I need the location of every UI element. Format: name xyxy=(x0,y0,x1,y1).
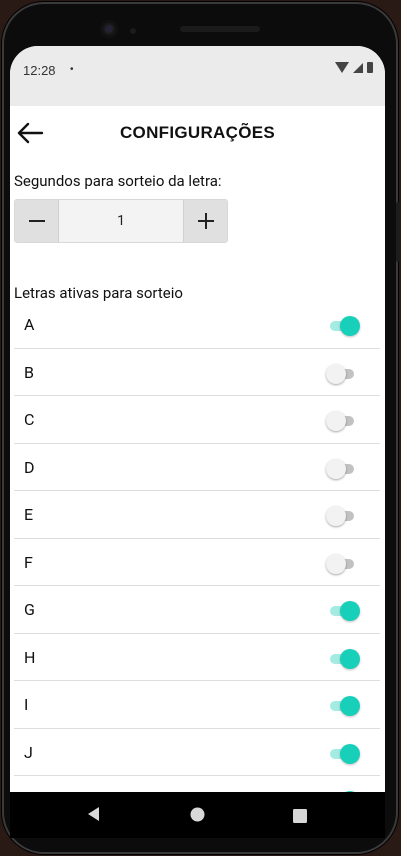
letter-label: G xyxy=(24,600,35,619)
triangle-back-icon xyxy=(88,807,99,821)
nav-home-button[interactable] xyxy=(190,807,205,826)
list-item: I xyxy=(14,681,380,729)
seconds-value[interactable]: 1 xyxy=(58,200,184,242)
earpiece-speaker xyxy=(180,26,260,32)
circle-home-icon xyxy=(190,807,205,822)
decrement-button[interactable] xyxy=(15,200,58,242)
letter-toggle[interactable] xyxy=(328,648,360,669)
letter-label: F xyxy=(24,552,33,572)
status-bar: 12:28 • xyxy=(10,46,385,106)
letter-toggle[interactable] xyxy=(326,506,358,526)
letter-toggle[interactable] xyxy=(326,411,358,431)
increment-button[interactable] xyxy=(184,200,227,242)
list-item: C xyxy=(14,396,380,444)
letter-label: J xyxy=(24,742,33,762)
status-icons xyxy=(335,62,373,73)
front-camera xyxy=(100,20,118,38)
list-item: J xyxy=(14,729,380,776)
list-item: D xyxy=(14,444,380,491)
letters-list: A B C D E F G H I J xyxy=(14,301,380,792)
list-item: F xyxy=(14,539,380,586)
letter-toggle[interactable] xyxy=(326,363,358,384)
letter-toggle[interactable] xyxy=(328,316,360,336)
status-notification-dot: • xyxy=(70,64,74,75)
list-item: G xyxy=(14,586,380,634)
list-item: K xyxy=(14,776,380,792)
list-item: B xyxy=(14,349,380,396)
letter-label: H xyxy=(24,647,36,667)
status-time: 12:28 xyxy=(23,63,56,78)
app-screen: 12:28 • CONFIGURAÇÕES Segundos para sort… xyxy=(10,46,385,792)
letter-toggle[interactable] xyxy=(328,696,360,716)
letter-label: C xyxy=(24,410,35,429)
seconds-stepper: 1 xyxy=(14,199,228,243)
letters-label: Letras ativas para sorteio xyxy=(14,284,183,302)
minus-icon xyxy=(28,220,45,222)
plus-icon xyxy=(197,213,214,229)
letter-toggle[interactable] xyxy=(328,601,360,621)
letter-label: D xyxy=(24,457,35,477)
app-bar: CONFIGURAÇÕES xyxy=(10,106,385,158)
list-item: E xyxy=(14,491,380,539)
volume-button xyxy=(396,202,400,262)
letter-label: A xyxy=(24,315,35,334)
system-nav-bar xyxy=(10,792,385,838)
signal-icon xyxy=(353,62,363,73)
page-title: CONFIGURAÇÕES xyxy=(119,123,275,142)
letter-toggle[interactable] xyxy=(326,458,358,479)
letter-label: E xyxy=(24,505,34,524)
letter-toggle[interactable] xyxy=(328,743,360,764)
letter-toggle[interactable] xyxy=(326,553,358,574)
letter-label: I xyxy=(24,695,29,714)
nav-back-button[interactable] xyxy=(86,806,102,826)
nav-recents-button[interactable] xyxy=(293,808,307,827)
list-item: H xyxy=(14,634,380,681)
wifi-icon xyxy=(335,62,349,73)
square-recents-icon xyxy=(293,809,307,823)
seconds-label: Segundos para sorteio da letra: xyxy=(14,172,222,190)
battery-icon xyxy=(367,62,373,73)
letter-label: B xyxy=(24,362,34,382)
proximity-sensor xyxy=(130,28,136,34)
list-item: A xyxy=(14,301,380,349)
